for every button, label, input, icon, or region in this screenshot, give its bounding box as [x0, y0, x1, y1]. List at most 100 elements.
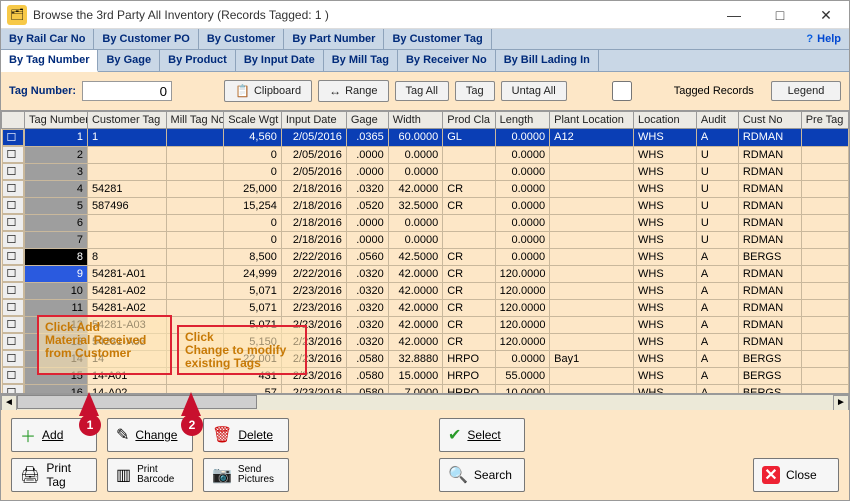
table-row[interactable]: ☐954281-A0124,9992/22/2016.032042.0000CR…: [2, 265, 849, 282]
col-tagnum[interactable]: Tag Number: [25, 112, 88, 129]
table-row[interactable]: ☐1514-A014312/23/2016.058015.0000HRPO55.…: [2, 367, 849, 384]
row-checkbox[interactable]: ☐: [2, 282, 25, 299]
col-len[interactable]: Length: [495, 112, 550, 129]
tab-bill-lading[interactable]: By Bill Lading In: [496, 50, 599, 71]
table-row[interactable]: ☐558749615,2542/18/2016.052032.5000CR0.0…: [2, 197, 849, 214]
cell-milltag: [166, 333, 224, 350]
clipboard-button[interactable]: 📋Clipboard: [224, 80, 312, 102]
col-custtag[interactable]: Customer Tag: [87, 112, 166, 129]
row-checkbox[interactable]: ☐: [2, 367, 25, 384]
tagged-records-check[interactable]: Tagged Records: [573, 78, 754, 104]
tab-customer[interactable]: By Customer: [199, 29, 284, 49]
tab-customer-tag[interactable]: By Customer Tag: [384, 29, 491, 49]
scroll-thumb[interactable]: [17, 395, 257, 409]
tab-tag-number[interactable]: By Tag Number: [1, 50, 98, 72]
table-row[interactable]: ☐302/05/2016.00000.00000.0000WHSURDMAN: [2, 163, 849, 180]
row-checkbox[interactable]: ☐: [2, 129, 25, 146]
row-checkbox[interactable]: ☐: [2, 265, 25, 282]
tab-mill-tag[interactable]: By Mill Tag: [324, 50, 398, 71]
row-checkbox[interactable]: ☐: [2, 163, 25, 180]
row-checkbox[interactable]: ☐: [2, 248, 25, 265]
cell-loc: WHS: [634, 367, 697, 384]
table-row[interactable]: ☐1354281-A035,1502/23/2016.032042.0000CR…: [2, 333, 849, 350]
col-gage[interactable]: Gage: [346, 112, 388, 129]
row-checkbox[interactable]: ☐: [2, 333, 25, 350]
tab-railcar[interactable]: By Rail Car No: [1, 29, 94, 49]
table-row[interactable]: ☐1154281-A025,0712/23/2016.032042.0000CR…: [2, 299, 849, 316]
maximize-button[interactable]: □: [757, 1, 803, 29]
tagged-records-checkbox[interactable]: [577, 81, 667, 101]
tag-button[interactable]: Tag: [455, 81, 495, 101]
help-link[interactable]: ?Help: [798, 29, 849, 49]
tab-gage[interactable]: By Gage: [98, 50, 160, 71]
row-checkbox[interactable]: ☐: [2, 350, 25, 367]
tab-input-date[interactable]: By Input Date: [236, 50, 324, 71]
scroll-left-button[interactable]: ◄: [1, 395, 17, 411]
table-row[interactable]: ☐141422,0012/23/2016.058032.8880HRPO0.00…: [2, 350, 849, 367]
cell-prod: [443, 146, 495, 163]
minimize-button[interactable]: —: [711, 1, 757, 29]
table-row[interactable]: ☐1254281-A035,0712/23/2016.032042.0000CR…: [2, 316, 849, 333]
col-check[interactable]: [2, 112, 25, 129]
row-checkbox[interactable]: ☐: [2, 180, 25, 197]
col-prod[interactable]: Prod Cla: [443, 112, 495, 129]
table-row[interactable]: ☐602/18/2016.00000.00000.0000WHSURDMAN: [2, 214, 849, 231]
col-cust[interactable]: Cust No: [738, 112, 801, 129]
cell-tagnum: 8: [25, 248, 88, 265]
cell-custtag: 587496: [87, 197, 166, 214]
add-button[interactable]: ＋Add: [11, 418, 97, 452]
table-row[interactable]: ☐202/05/2016.00000.00000.0000WHSURDMAN: [2, 146, 849, 163]
col-width[interactable]: Width: [388, 112, 443, 129]
tag-all-button[interactable]: Tag All: [395, 81, 449, 101]
print-barcode-button[interactable]: ▥Print Barcode: [107, 458, 193, 492]
cell-pre: [801, 197, 848, 214]
row-checkbox[interactable]: ☐: [2, 231, 25, 248]
row-checkbox[interactable]: ☐: [2, 299, 25, 316]
cell-date: 2/23/2016: [281, 282, 346, 299]
close-window-button[interactable]: ✕: [803, 1, 849, 29]
close-button[interactable]: ✕Close: [753, 458, 839, 492]
table-row[interactable]: ☐888,5002/22/2016.056042.5000CR0.0000WHS…: [2, 248, 849, 265]
col-date[interactable]: Input Date: [281, 112, 346, 129]
search-button[interactable]: 🔍Search: [439, 458, 525, 492]
col-audit[interactable]: Audit: [696, 112, 738, 129]
cell-len: 0.0000: [495, 146, 550, 163]
send-pictures-button[interactable]: 📷Send Pictures: [203, 458, 289, 492]
row-checkbox[interactable]: ☐: [2, 197, 25, 214]
delete-button[interactable]: 🗑Delete: [203, 418, 289, 452]
select-button[interactable]: ✔Select: [439, 418, 525, 452]
table-row[interactable]: ☐114,5602/05/2016.036560.0000GL0.0000A12…: [2, 129, 849, 147]
print-tag-button[interactable]: 🖨Print Tag: [11, 458, 97, 492]
col-pre[interactable]: Pre Tag ▲: [801, 112, 848, 129]
col-loc[interactable]: Location: [634, 112, 697, 129]
tab-customer-po[interactable]: By Customer PO: [94, 29, 198, 49]
col-plant[interactable]: Plant Location: [550, 112, 634, 129]
change-button[interactable]: ✎Change: [107, 418, 193, 452]
row-checkbox[interactable]: ☐: [2, 146, 25, 163]
scroll-track[interactable]: [17, 395, 833, 410]
delete-label: Delete: [238, 428, 273, 442]
row-checkbox[interactable]: ☐: [2, 214, 25, 231]
table-row[interactable]: ☐702/18/2016.00000.00000.0000WHSURDMAN: [2, 231, 849, 248]
col-scale[interactable]: Scale Wgt: [224, 112, 282, 129]
untag-all-button[interactable]: Untag All: [501, 81, 567, 101]
table-row[interactable]: ☐1054281-A025,0712/23/2016.032042.0000CR…: [2, 282, 849, 299]
cell-loc: WHS: [634, 384, 697, 394]
horizontal-scrollbar[interactable]: ◄ ►: [1, 394, 849, 410]
tab-product[interactable]: By Product: [160, 50, 236, 71]
cell-gage: .0000: [346, 214, 388, 231]
table-row[interactable]: ☐45428125,0002/18/2016.032042.0000CR0.00…: [2, 180, 849, 197]
cell-len: 0.0000: [495, 163, 550, 180]
row-checkbox[interactable]: ☐: [2, 384, 25, 394]
inventory-table[interactable]: Tag Number Customer Tag Mill Tag No Scal…: [1, 111, 849, 394]
scroll-right-button[interactable]: ►: [833, 395, 849, 411]
range-button[interactable]: ↔Range: [318, 80, 388, 102]
table-row[interactable]: ☐1614-A02572/23/2016.05807.0000HRPO10.00…: [2, 384, 849, 394]
cell-custtag: 54281-A03: [87, 333, 166, 350]
tab-part-number[interactable]: By Part Number: [284, 29, 384, 49]
legend-button[interactable]: Legend: [771, 81, 841, 101]
tag-number-input[interactable]: [82, 81, 172, 101]
row-checkbox[interactable]: ☐: [2, 316, 25, 333]
tab-receiver-no[interactable]: By Receiver No: [398, 50, 496, 71]
col-milltag[interactable]: Mill Tag No: [166, 112, 224, 129]
